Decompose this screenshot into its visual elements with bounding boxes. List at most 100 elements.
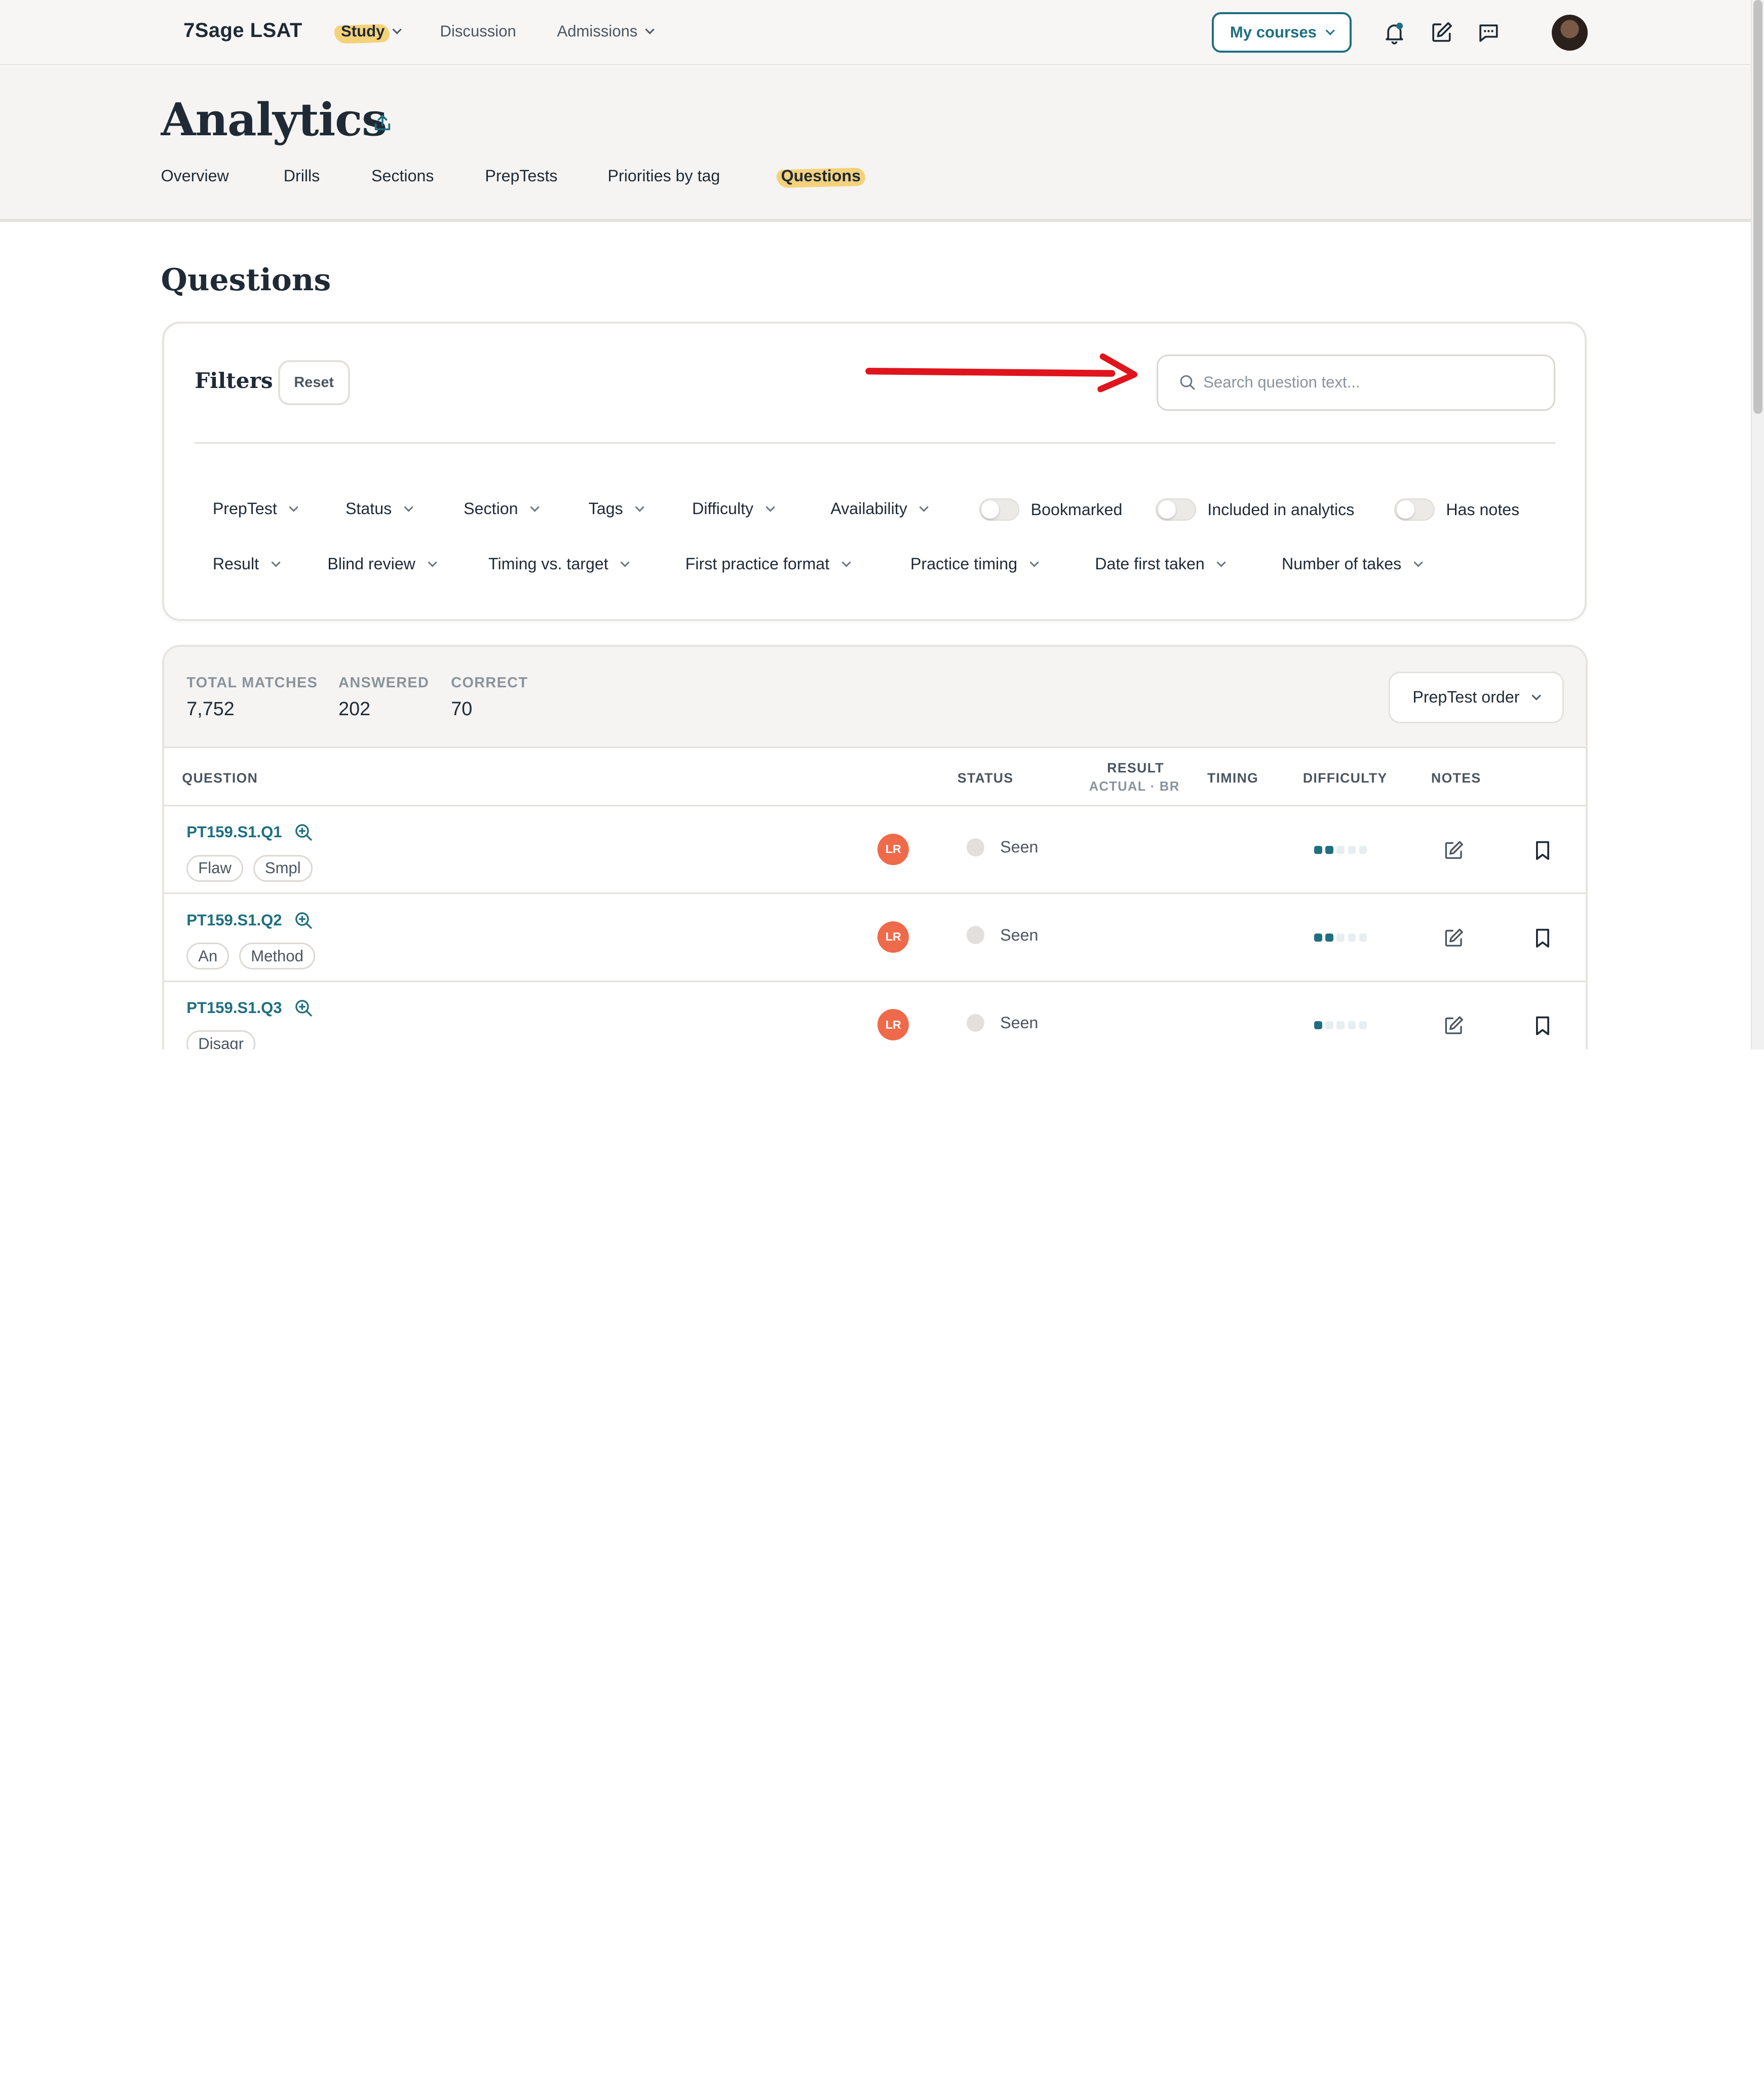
filter-tags[interactable]: Tags: [589, 499, 645, 518]
tag-chip[interactable]: Disagr: [186, 1030, 256, 1050]
tab-overview[interactable]: Overview: [161, 167, 229, 185]
brand-logo[interactable]: 7Sage LSAT: [183, 19, 302, 42]
chevron-down-icon: [841, 557, 851, 567]
bookmark-icon[interactable]: [1532, 927, 1553, 949]
table-row[interactable]: PT159.S1.Q1 Flaw Smpl LR Seen: [164, 806, 1586, 895]
filters-title: Filters: [195, 368, 273, 394]
zoom-in-icon[interactable]: [293, 822, 314, 842]
nav-discussion[interactable]: Discussion: [440, 22, 516, 41]
results-card: TOTAL MATCHES 7,752 ANSWERED 202 CORRECT…: [162, 644, 1588, 1050]
question-search-box[interactable]: [1157, 354, 1555, 411]
filter-section[interactable]: Section: [464, 499, 540, 518]
my-courses-button[interactable]: My courses: [1212, 12, 1352, 53]
filter-preptest-label: PrepTest: [212, 499, 277, 518]
filter-timing-vs-target[interactable]: Timing vs. target: [488, 555, 630, 573]
tag-chip[interactable]: An: [186, 942, 229, 970]
sort-order-label: PrepTest order: [1412, 688, 1520, 707]
filter-blind-review-label: Blind review: [327, 555, 415, 573]
chevron-down-icon: [427, 557, 437, 567]
col-notes[interactable]: NOTES: [1431, 770, 1481, 786]
bell-icon[interactable]: [1382, 20, 1407, 45]
search-icon: [1180, 375, 1196, 391]
toggle-has-notes[interactable]: Has notes: [1394, 498, 1519, 521]
filters-divider: [195, 442, 1555, 444]
difficulty-pip: [1314, 934, 1322, 942]
edit-note-icon[interactable]: [1442, 1015, 1465, 1037]
toggle-bookmarked[interactable]: Bookmarked: [979, 498, 1123, 521]
chevron-down-icon: [765, 502, 775, 512]
col-question[interactable]: QUESTION: [182, 770, 258, 786]
table-row[interactable]: PT159.S1.Q3 Disagr LR Seen: [164, 982, 1586, 1050]
tag-chip[interactable]: Smpl: [253, 854, 313, 882]
edit-note-icon[interactable]: [1442, 839, 1465, 862]
chevron-down-icon: [620, 557, 630, 567]
filter-status-label: Status: [345, 499, 392, 518]
question-id-link[interactable]: PT159.S1.Q1: [186, 822, 313, 842]
zoom-in-icon[interactable]: [293, 998, 314, 1018]
col-status[interactable]: STATUS: [957, 770, 1014, 786]
nav-study-label: Study: [341, 22, 385, 41]
stat-answered: ANSWERED 202: [338, 675, 429, 720]
status-dot-icon: [966, 926, 985, 944]
difficulty-pip: [1359, 845, 1367, 854]
section-title: Questions: [161, 262, 331, 298]
scrollbar-thumb[interactable]: [1753, 0, 1762, 414]
toggle-switch[interactable]: [1156, 498, 1197, 521]
tab-questions[interactable]: Questions: [781, 167, 861, 185]
filter-availability-label: Availability: [830, 499, 907, 518]
reset-button[interactable]: Reset: [278, 360, 350, 405]
filter-status[interactable]: Status: [345, 499, 413, 518]
filter-preptest[interactable]: PrepTest: [212, 499, 299, 518]
question-id-link[interactable]: PT159.S1.Q3: [186, 998, 313, 1018]
question-id[interactable]: PT159.S1.Q3: [186, 999, 282, 1017]
tag-chip[interactable]: Flaw: [186, 854, 243, 882]
bookmark-icon[interactable]: [1532, 1015, 1553, 1037]
toggle-switch[interactable]: [1394, 498, 1435, 521]
nav-admissions[interactable]: Admissions: [557, 22, 655, 41]
toggle-bookmarked-label: Bookmarked: [1030, 500, 1123, 519]
toggle-included-label: Included in analytics: [1207, 500, 1355, 519]
table-header: QUESTION STATUS RESULT ACTUAL · BR TIMIN…: [164, 748, 1586, 807]
difficulty-pip: [1336, 845, 1345, 854]
question-id[interactable]: PT159.S1.Q1: [186, 823, 282, 841]
edit-icon[interactable]: [1429, 20, 1454, 45]
filter-difficulty[interactable]: Difficulty: [692, 499, 775, 518]
search-question-input[interactable]: [1203, 373, 1541, 392]
sort-order-select[interactable]: PrepTest order: [1388, 671, 1564, 723]
share-icon[interactable]: [372, 112, 393, 133]
filter-date-first-taken[interactable]: Date first taken: [1095, 555, 1226, 573]
filter-practice-timing[interactable]: Practice timing: [910, 555, 1039, 573]
user-avatar[interactable]: [1552, 14, 1588, 51]
stat-label: ANSWERED: [338, 675, 430, 691]
col-timing[interactable]: TIMING: [1207, 770, 1258, 786]
question-id-link[interactable]: PT159.S1.Q2: [186, 910, 313, 930]
bookmark-icon[interactable]: [1532, 839, 1553, 862]
nav-study[interactable]: Study: [341, 22, 402, 41]
toggle-included-in-analytics[interactable]: Included in analytics: [1156, 498, 1354, 521]
stat-value: 202: [338, 698, 371, 720]
difficulty-meter: [1314, 1021, 1367, 1030]
toggle-switch[interactable]: [979, 498, 1020, 521]
chat-icon[interactable]: [1476, 20, 1501, 45]
col-difficulty[interactable]: DIFFICULTY: [1303, 770, 1388, 786]
tab-sections[interactable]: Sections: [371, 167, 434, 185]
table-row[interactable]: PT159.S1.Q2 An Method LR Seen: [164, 894, 1586, 982]
filter-availability[interactable]: Availability: [830, 499, 929, 518]
stat-total-matches: TOTAL MATCHES 7,752: [186, 675, 318, 720]
tab-drills[interactable]: Drills: [284, 167, 320, 185]
filter-first-practice-format[interactable]: First practice format: [685, 555, 851, 573]
zoom-in-icon[interactable]: [293, 910, 314, 930]
filter-blind-review[interactable]: Blind review: [327, 555, 437, 573]
question-id[interactable]: PT159.S1.Q2: [186, 911, 282, 929]
filter-result[interactable]: Result: [213, 555, 281, 573]
filter-practice-timing-label: Practice timing: [910, 555, 1018, 573]
filter-number-of-takes[interactable]: Number of takes: [1282, 555, 1423, 573]
edit-note-icon[interactable]: [1442, 927, 1465, 949]
tab-priorities-by-tag[interactable]: Priorities by tag: [608, 167, 720, 185]
filter-timing-label: Timing vs. target: [488, 555, 608, 573]
col-result[interactable]: RESULT: [1107, 760, 1164, 776]
tab-preptests[interactable]: PrepTests: [485, 167, 557, 185]
filter-section-label: Section: [464, 499, 518, 518]
tag-chip[interactable]: Method: [239, 942, 315, 970]
chevron-down-icon: [392, 25, 402, 35]
